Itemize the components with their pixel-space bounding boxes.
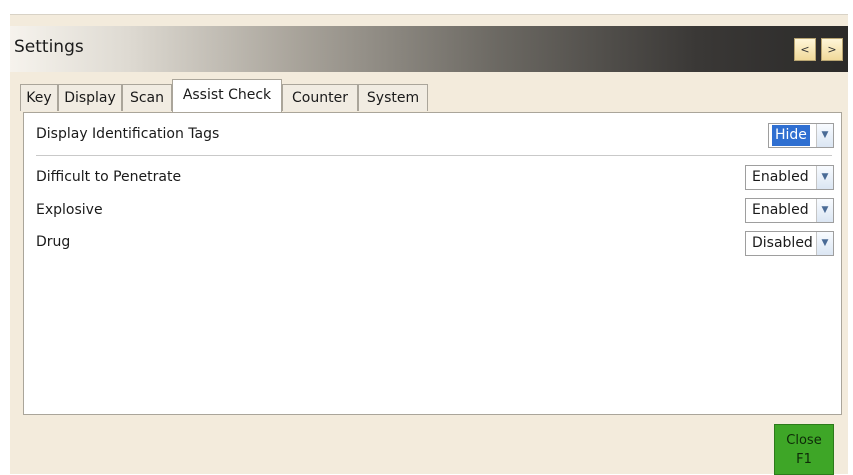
tab-scan[interactable]: Scan <box>122 84 172 111</box>
explosive-value: Enabled <box>752 202 809 218</box>
next-page-button[interactable]: > <box>821 38 843 61</box>
difficult-to-penetrate-select[interactable]: Enabled ▼ <box>745 165 834 190</box>
chevron-down-icon: ▼ <box>816 124 833 147</box>
divider <box>36 155 832 156</box>
difficult-to-penetrate-label: Difficult to Penetrate <box>36 169 182 185</box>
assist-check-panel: Display Identification Tags Hide ▼ Diffi… <box>23 112 842 415</box>
settings-window: Settings < > Key Display Scan Assist Che… <box>10 14 848 475</box>
identification-tags-label: Display Identification Tags <box>36 126 220 142</box>
close-label: Close <box>786 433 822 448</box>
close-shortcut: F1 <box>796 452 812 467</box>
identification-tags-select[interactable]: Hide ▼ <box>768 123 834 148</box>
tab-display[interactable]: Display <box>58 84 122 111</box>
drug-select[interactable]: Disabled ▼ <box>745 231 834 256</box>
title-bar: Settings < > <box>10 26 848 72</box>
tab-key[interactable]: Key <box>20 84 58 111</box>
tab-system[interactable]: System <box>358 84 428 111</box>
chevron-down-icon: ▼ <box>816 166 833 189</box>
chevron-down-icon: ▼ <box>816 232 833 255</box>
drug-label: Drug <box>36 234 71 250</box>
identification-tags-value: Hide <box>772 125 810 146</box>
drug-value: Disabled <box>752 235 813 251</box>
explosive-label: Explosive <box>36 202 103 218</box>
chevron-down-icon: ▼ <box>816 199 833 222</box>
tab-assist-check[interactable]: Assist Check <box>172 79 282 112</box>
difficult-to-penetrate-value: Enabled <box>752 169 809 185</box>
close-button[interactable]: Close F1 <box>774 424 834 475</box>
explosive-select[interactable]: Enabled ▼ <box>745 198 834 223</box>
tab-counter[interactable]: Counter <box>282 84 358 111</box>
window-title: Settings <box>14 37 84 57</box>
prev-page-button[interactable]: < <box>794 38 816 61</box>
